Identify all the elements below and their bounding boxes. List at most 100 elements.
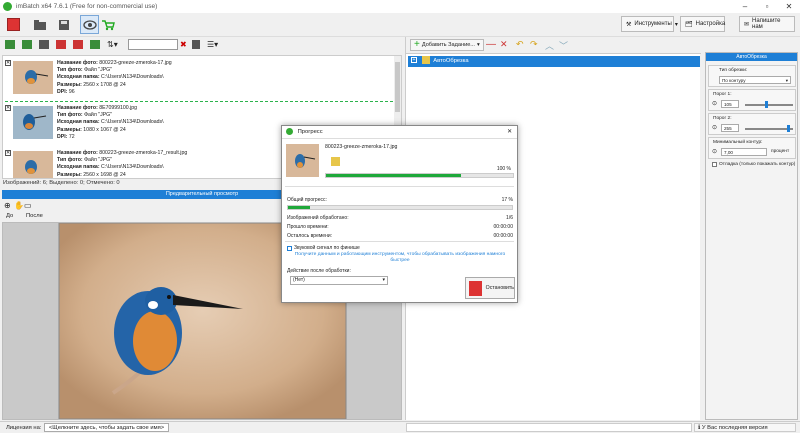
debug-checkbox-label: Отладка (только покажать контур) bbox=[719, 162, 796, 167]
file-size: 2560 x 1698 @ 24 bbox=[83, 171, 126, 178]
remove-task-icon[interactable]: — bbox=[486, 39, 496, 50]
tab-before[interactable]: До bbox=[6, 213, 13, 219]
tools-menu-button[interactable]: ⚒ Инструменты ▾ bbox=[621, 16, 678, 32]
file-folder: C:\Users\N134\Downloads\ bbox=[101, 74, 164, 81]
sound-checkbox[interactable] bbox=[287, 245, 292, 251]
dpi-label: DPI: bbox=[57, 88, 68, 95]
compare-icon[interactable]: ▭ bbox=[24, 201, 32, 210]
add-task-button[interactable]: + Добавить Задание... ▾ bbox=[410, 39, 484, 51]
sort-icon[interactable]: ⇅▾ bbox=[107, 40, 121, 49]
license-label: Лицензия на: bbox=[6, 425, 42, 431]
debug-checkbox[interactable] bbox=[712, 162, 717, 167]
threshold2-value: 255 bbox=[724, 126, 732, 131]
cart-icon[interactable] bbox=[98, 15, 117, 34]
add-folder-icon[interactable] bbox=[22, 40, 32, 49]
close-button[interactable]: ✕ bbox=[778, 0, 800, 13]
list-view-icon[interactable]: ☰▾ bbox=[207, 40, 221, 49]
clear-tasks-icon[interactable]: ✕ bbox=[500, 39, 508, 50]
overall-progress-row: Общий прогресс: 17 % bbox=[287, 197, 513, 203]
item-checkbox[interactable]: ✕ bbox=[5, 105, 11, 111]
min-size-group: Минимальный контур: ⊙ 7,00 процент bbox=[708, 137, 796, 159]
maximize-button[interactable]: ▫ bbox=[756, 0, 778, 13]
title-bar: imBatch x64 7.6.1 (Free for non-commerci… bbox=[0, 0, 800, 13]
search-input[interactable] bbox=[128, 39, 178, 50]
clear-list-icon[interactable] bbox=[73, 40, 83, 49]
list-item[interactable]: ✕ Название фото: 800223-greeze-zmeroka-1… bbox=[5, 58, 393, 102]
task-item[interactable]: + АвтоОбрезка bbox=[408, 56, 700, 67]
undo-icon[interactable]: ↶ bbox=[516, 39, 524, 50]
reset-icon[interactable]: ⊙ bbox=[712, 100, 717, 107]
remove-selected-icon[interactable] bbox=[56, 40, 66, 49]
reset-icon[interactable]: ⊙ bbox=[712, 124, 717, 131]
preview-eye-icon[interactable] bbox=[80, 15, 99, 34]
threshold2-group: Порог 2: ⊙ 255 bbox=[708, 113, 796, 135]
stop-all-button[interactable] bbox=[4, 15, 23, 34]
app-icon bbox=[286, 127, 293, 135]
size-label: Размеры: bbox=[57, 171, 82, 178]
reset-icon[interactable]: ⊙ bbox=[712, 148, 717, 155]
threshold1-group: Порог 1: ⊙ 105 bbox=[708, 89, 796, 111]
threshold2-knob[interactable] bbox=[787, 125, 790, 132]
after-processing-select[interactable]: (Нет) ▾ bbox=[290, 276, 388, 285]
type-label: Тип фото: bbox=[57, 112, 83, 119]
overall-progress-fill bbox=[288, 206, 311, 209]
move-down-icon[interactable]: ﹀ bbox=[559, 39, 568, 52]
threshold1-knob[interactable] bbox=[765, 101, 768, 108]
after-processing-value: (Нет) bbox=[293, 277, 305, 283]
folder-label: Исходная папка: bbox=[57, 74, 100, 81]
redo-icon[interactable]: ↷ bbox=[530, 39, 538, 50]
tab-after[interactable]: После bbox=[26, 213, 43, 219]
image-thumbnail bbox=[13, 61, 53, 94]
threshold2-input[interactable]: 255 bbox=[721, 124, 739, 132]
folder-label: Исходная папка: bbox=[57, 164, 100, 171]
add-image-icon[interactable] bbox=[5, 40, 15, 49]
crop-type-select[interactable]: По контуру ▾ bbox=[719, 76, 791, 84]
threshold1-input[interactable]: 105 bbox=[721, 100, 739, 108]
overall-percent: 17 % bbox=[501, 197, 513, 203]
clear-search-icon[interactable]: ✖ bbox=[180, 40, 188, 49]
elapsed-row: Прошло времени: 00:00:00 bbox=[287, 224, 513, 230]
min-size-label: Минимальный контур: bbox=[713, 140, 763, 145]
folder-label: Исходная папка: bbox=[57, 119, 100, 126]
expand-icon[interactable]: + bbox=[411, 57, 417, 64]
move-up-icon[interactable]: ︿ bbox=[545, 39, 554, 52]
window-title: imBatch x64 7.6.1 (Free for non-commerci… bbox=[16, 3, 158, 10]
name-label: Название фото: bbox=[57, 60, 98, 66]
crop-type-group: Тип обрезки: По контуру ▾ bbox=[708, 65, 796, 87]
debug-checkbox-row[interactable]: Отладка (только покажать контур) bbox=[712, 162, 795, 167]
remove-image-icon[interactable] bbox=[39, 40, 49, 49]
file-progress-fill bbox=[326, 174, 461, 177]
crop-type-label: Тип обрезки: bbox=[719, 68, 748, 73]
close-icon[interactable]: ✕ bbox=[507, 126, 512, 138]
item-checkbox[interactable]: ✕ bbox=[5, 60, 11, 66]
zoom-icon[interactable]: ⊕ bbox=[4, 201, 11, 210]
crop-task-icon bbox=[421, 56, 430, 65]
item-checkbox[interactable]: ✕ bbox=[5, 150, 11, 156]
status-bar: Лицензия на: <Щелкните здесь, чтобы зада… bbox=[0, 421, 800, 433]
write-us-button[interactable]: ✉ Напишите нам bbox=[739, 16, 795, 32]
progress-dialog: Прогресс ✕ 800223-greeze-zmeroka-17.jpg … bbox=[281, 125, 518, 303]
min-size-input[interactable]: 7,00 bbox=[721, 148, 767, 156]
grid-view-icon[interactable] bbox=[192, 40, 200, 49]
minimize-button[interactable]: – bbox=[734, 0, 756, 13]
file-dpi: 96 bbox=[68, 88, 75, 95]
threshold2-slider[interactable] bbox=[745, 128, 793, 130]
threshold1-slider[interactable] bbox=[745, 104, 793, 106]
settings-icon: 🗂 bbox=[685, 21, 693, 28]
stop-label: Остановить bbox=[485, 285, 514, 291]
open-folder-icon[interactable] bbox=[30, 15, 49, 34]
version-text: У Вас последняя версия bbox=[701, 425, 768, 431]
image-thumbnail bbox=[13, 106, 53, 139]
license-name-field[interactable]: <Щелкните здесь, чтобы задать свое имя> bbox=[44, 423, 169, 432]
check-all-icon[interactable] bbox=[90, 40, 100, 49]
name-label: Название фото: bbox=[57, 150, 98, 156]
settings-button[interactable]: 🗂 Настройка bbox=[680, 16, 725, 32]
stop-button[interactable]: Остановить bbox=[465, 277, 515, 299]
size-label: Размеры: bbox=[57, 81, 82, 88]
hand-icon[interactable]: ✋ bbox=[14, 201, 24, 210]
file-type: Файл "JPG" bbox=[84, 67, 113, 74]
remaining-row: Осталось времени: 00:00:00 bbox=[287, 233, 513, 239]
sound-checkbox-row[interactable]: Звуковой сигнал по финише bbox=[287, 245, 360, 251]
save-icon[interactable] bbox=[54, 15, 73, 34]
upgrade-hint-link[interactable]: Получите данным и работающим инструменто… bbox=[287, 252, 513, 264]
